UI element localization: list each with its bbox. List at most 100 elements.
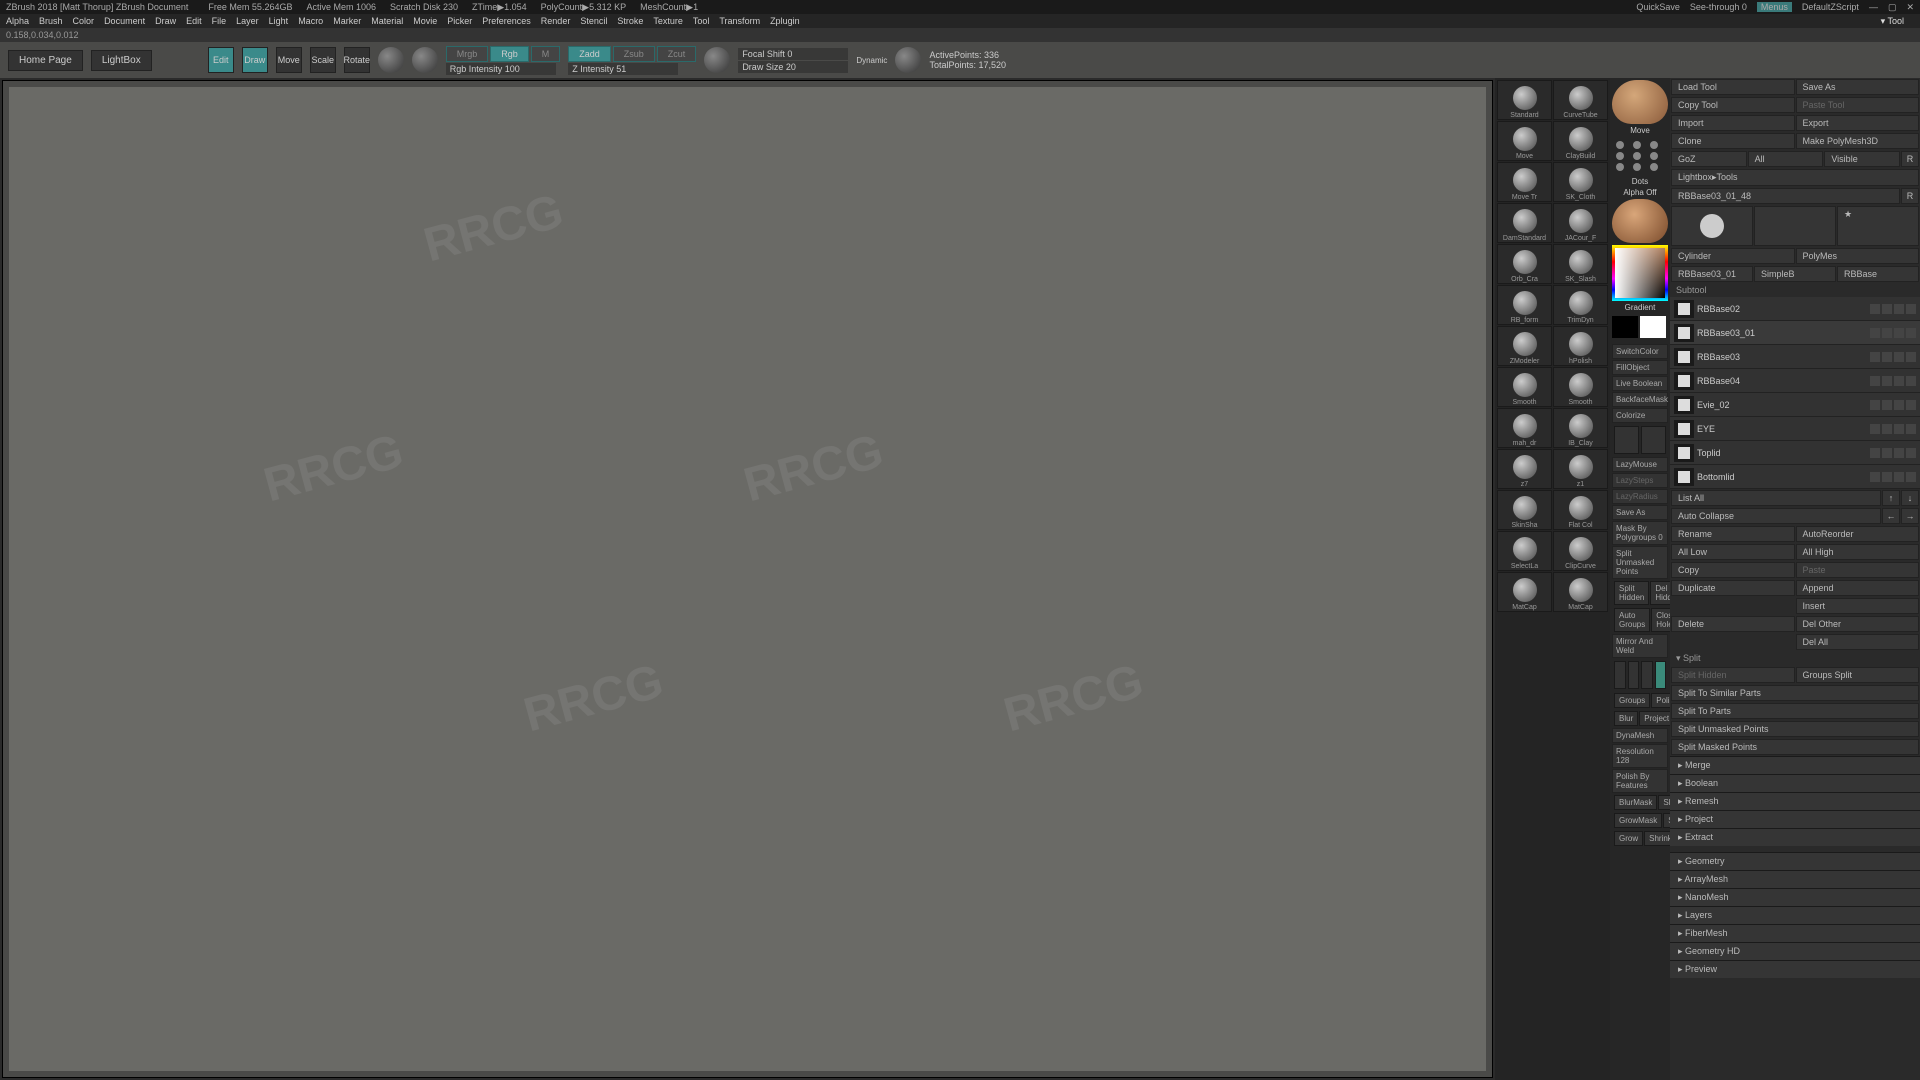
autogroups-button[interactable]: Auto Groups	[1614, 608, 1650, 632]
menu-document[interactable]: Document	[104, 16, 145, 26]
splithidden-button[interactable]: Split Hidden	[1614, 581, 1649, 605]
lightbox-button[interactable]: LightBox	[91, 50, 152, 71]
preview-header[interactable]: Preview	[1670, 960, 1920, 978]
backfacemask-button[interactable]: BackfaceMask	[1612, 392, 1668, 407]
draw-size-slider[interactable]: Draw Size 20	[738, 61, 848, 73]
brush-ib_clay[interactable]: IB_Clay	[1553, 408, 1608, 448]
menu-material[interactable]: Material	[371, 16, 403, 26]
alpha-off-label[interactable]: Alpha Off	[1612, 188, 1668, 197]
extract-header[interactable]: Extract	[1670, 828, 1920, 846]
project-name[interactable]: RBBase03_01_48	[1671, 188, 1900, 204]
delete-button[interactable]: Delete	[1671, 616, 1795, 632]
allhigh-button[interactable]: All High	[1796, 544, 1920, 560]
arraymesh-header[interactable]: ArrayMesh	[1670, 870, 1920, 888]
rgb-intensity-slider[interactable]: Rgb Intensity 100	[446, 63, 556, 75]
close-icon[interactable]: ✕	[1906, 2, 1914, 13]
menu-stencil[interactable]: Stencil	[580, 16, 607, 26]
zcut-button[interactable]: Zcut	[657, 46, 697, 62]
arrow-right-icon[interactable]: →	[1901, 508, 1919, 524]
focal-shift-slider[interactable]: Focal Shift 0	[738, 48, 848, 60]
subtool-row-Evie_02[interactable]: Evie_02	[1670, 393, 1920, 417]
brush-smooth[interactable]: Smooth	[1553, 367, 1608, 407]
goz-button[interactable]: GoZ	[1671, 151, 1747, 167]
brush-matcap[interactable]: MatCap	[1497, 572, 1552, 612]
menu-alpha[interactable]: Alpha	[6, 16, 29, 26]
lightbox-tools-button[interactable]: Lightbox▸Tools	[1671, 169, 1919, 186]
blur-button[interactable]: Blur	[1614, 711, 1638, 726]
tool-thumb-2[interactable]	[1754, 206, 1836, 246]
delother-button[interactable]: Del Other	[1796, 616, 1920, 632]
remesh-header[interactable]: Remesh	[1670, 792, 1920, 810]
brush-z1[interactable]: z1	[1553, 449, 1608, 489]
menu-preferences[interactable]: Preferences	[482, 16, 531, 26]
groupssplit-button[interactable]: Groups Split	[1796, 667, 1920, 683]
scale-mode-button[interactable]: Scale	[310, 47, 336, 73]
brush-damstandard[interactable]: DamStandard	[1497, 203, 1552, 243]
boolean-header[interactable]: Boolean	[1670, 774, 1920, 792]
brush-sk_cloth[interactable]: SK_Cloth	[1553, 162, 1608, 202]
r-button[interactable]: R	[1901, 151, 1919, 167]
zsub-button[interactable]: Zsub	[613, 46, 655, 62]
splitsimilar-button[interactable]: Split To Similar Parts	[1671, 685, 1919, 701]
growmask-button[interactable]: GrowMask	[1614, 813, 1662, 828]
blurmask-button[interactable]: BlurMask	[1614, 795, 1657, 810]
saveas-button[interactable]: Save As	[1612, 505, 1668, 520]
project-header[interactable]: Project	[1670, 810, 1920, 828]
subtool-header[interactable]: Subtool	[1670, 283, 1920, 297]
brush-curvetube[interactable]: CurveTube	[1553, 80, 1608, 120]
delall-button[interactable]: Del All	[1796, 634, 1920, 650]
autocollapse-button[interactable]: Auto Collapse	[1671, 508, 1881, 524]
autoreorder-button[interactable]: AutoReorder	[1796, 526, 1920, 542]
tool-thumb-main[interactable]	[1671, 206, 1753, 246]
draw-mode-button[interactable]: Draw	[242, 47, 268, 73]
brush-z7[interactable]: z7	[1497, 449, 1552, 489]
dynamic-sphere-icon[interactable]	[895, 47, 921, 73]
floor-icon[interactable]	[1641, 426, 1666, 454]
menu-color[interactable]: Color	[73, 16, 95, 26]
mirrorweld-button[interactable]: Mirror And Weld	[1612, 634, 1668, 658]
export-button[interactable]: Export	[1796, 115, 1920, 131]
polishfeatures-button[interactable]: Polish By Features	[1612, 769, 1668, 793]
geometryhd-header[interactable]: Geometry HD	[1670, 942, 1920, 960]
menu-light[interactable]: Light	[269, 16, 289, 26]
menu-macro[interactable]: Macro	[298, 16, 323, 26]
duplicate-button[interactable]: Duplicate	[1671, 580, 1795, 596]
brush-orb_cra[interactable]: Orb_Cra	[1497, 244, 1552, 284]
home-page-button[interactable]: Home Page	[8, 50, 83, 71]
dynamesh-button[interactable]: DynaMesh	[1612, 728, 1668, 743]
menu-texture[interactable]: Texture	[653, 16, 683, 26]
resolution-slider[interactable]: Resolution 128	[1612, 744, 1668, 768]
geometry-header[interactable]: Geometry	[1670, 852, 1920, 870]
fit-icon[interactable]	[1655, 661, 1667, 689]
brush-smooth[interactable]: Smooth	[1497, 367, 1552, 407]
brush-flat col[interactable]: Flat Col	[1553, 490, 1608, 530]
alllow-button[interactable]: All Low	[1671, 544, 1795, 560]
menu-transform[interactable]: Transform	[719, 16, 760, 26]
switchcolor-button[interactable]: SwitchColor	[1612, 344, 1668, 359]
splitunmasked2-button[interactable]: Split Unmasked Points	[1671, 721, 1919, 737]
zadd-button[interactable]: Zadd	[568, 46, 611, 62]
viewport-canvas[interactable]: RRCG RRCG RRCG RRCG RRCG	[2, 80, 1493, 1078]
arrow-down-icon[interactable]: ↓	[1901, 490, 1919, 506]
liveboolean-button[interactable]: Live Boolean	[1612, 376, 1668, 391]
brush-rb_form[interactable]: RB_form	[1497, 285, 1552, 325]
brush-skinsha[interactable]: SkinSha	[1497, 490, 1552, 530]
brush-jacour_f[interactable]: JACour_F	[1553, 203, 1608, 243]
tool-palette-header[interactable]: ▾ Tool	[1881, 16, 1914, 27]
actual-icon[interactable]	[1628, 661, 1640, 689]
menu-marker[interactable]: Marker	[333, 16, 361, 26]
subtool-row-Toplid[interactable]: Toplid	[1670, 441, 1920, 465]
subtool-row-RBBase03_01[interactable]: RBBase03_01	[1670, 321, 1920, 345]
colorize-button[interactable]: Colorize	[1612, 408, 1668, 423]
move-mode-button[interactable]: Move	[276, 47, 302, 73]
mrgb-button[interactable]: Mrgb	[446, 46, 489, 62]
brush-matcap[interactable]: MatCap	[1553, 572, 1608, 612]
edit-mode-button[interactable]: Edit	[208, 47, 234, 73]
rename-button[interactable]: Rename	[1671, 526, 1795, 542]
brush-move[interactable]: Move	[1497, 121, 1552, 161]
splitunmasked-button[interactable]: Split Unmasked Points	[1612, 546, 1668, 579]
menu-zplugin[interactable]: Zplugin	[770, 16, 800, 26]
copy-button[interactable]: Copy	[1671, 562, 1795, 578]
layers-header[interactable]: Layers	[1670, 906, 1920, 924]
brush-clipcurve[interactable]: ClipCurve	[1553, 531, 1608, 571]
